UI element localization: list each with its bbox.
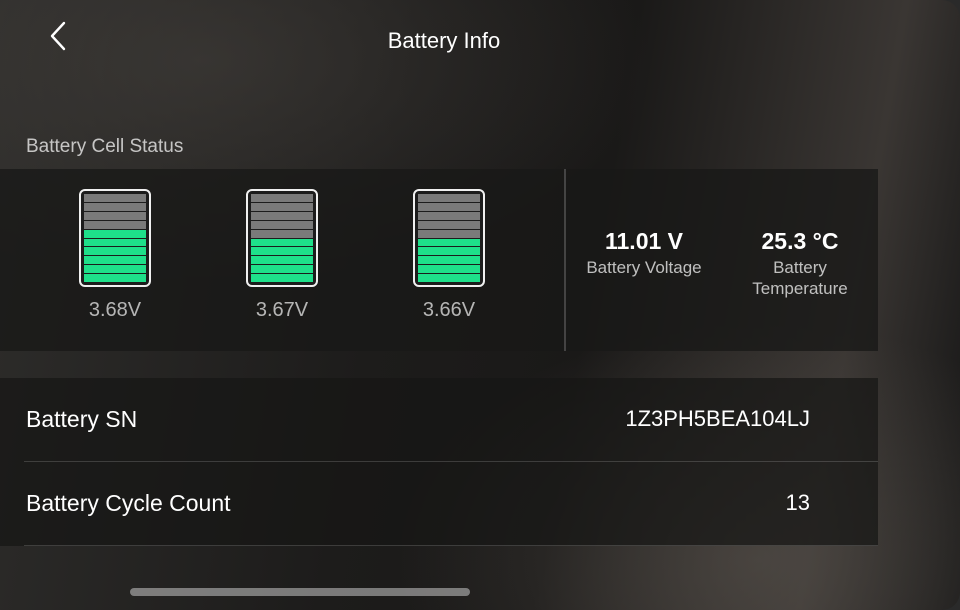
cell-level-bar-filled xyxy=(418,256,480,265)
cell-level-bar-filled xyxy=(84,229,146,238)
cell-voltage: 3.67V xyxy=(255,299,309,321)
cell-level-bar-empty xyxy=(84,194,146,202)
battery-sn-row: Battery SN 1Z3PH5BEA104LJ xyxy=(0,378,878,462)
battery-cell-icon xyxy=(413,189,485,287)
battery-info-screen: Battery Info Battery Cell Status 3.68V 3… xyxy=(0,0,960,610)
cell-level-bar-empty xyxy=(418,202,480,211)
cell-level-bars xyxy=(84,194,146,283)
battery-temperature-label-line1: Battery xyxy=(773,258,827,277)
cell-level-bars xyxy=(418,194,480,283)
cell-level-bar-empty xyxy=(251,194,313,202)
cell-level-bar-filled xyxy=(418,265,480,274)
cell-level-bar-empty xyxy=(251,202,313,211)
row-divider xyxy=(24,545,878,546)
battery-cell-icon xyxy=(246,189,318,287)
cell-level-bar-filled xyxy=(251,274,313,283)
battery-temperature-label: Battery Temperature xyxy=(734,257,866,299)
battery-sn-label: Battery SN xyxy=(26,406,138,432)
cell-level-bar-empty xyxy=(84,211,146,220)
cell-level-bar-filled xyxy=(251,247,313,256)
battery-temperature-label-line2: Temperature xyxy=(752,279,848,298)
cell-level-bar-filled xyxy=(84,238,146,247)
battery-cycle-count-label: Battery Cycle Count xyxy=(26,490,231,516)
battery-cell-2: 3.67V xyxy=(243,189,321,322)
battery-cell-1: 3.68V xyxy=(76,189,154,322)
cell-level-bar-filled xyxy=(418,247,480,256)
battery-temperature-value: 25.3 °C xyxy=(761,228,839,254)
cell-level-bar-empty xyxy=(84,202,146,211)
battery-sn-value: 1Z3PH5BEA104LJ xyxy=(625,406,810,431)
cell-level-bar-filled xyxy=(84,265,146,274)
cell-level-bar-filled xyxy=(251,265,313,274)
cell-level-bar-empty xyxy=(84,220,146,229)
cell-level-bars xyxy=(251,194,313,283)
cell-level-bar-empty xyxy=(418,229,480,238)
cell-voltage: 3.66V xyxy=(422,299,476,321)
cell-level-bar-filled xyxy=(84,274,146,283)
home-indicator[interactable] xyxy=(130,588,470,596)
battery-cycle-count-row: Battery Cycle Count 13 xyxy=(0,462,878,546)
cell-voltage: 3.68V xyxy=(88,299,142,321)
battery-temperature-stat: 25.3 °C Battery Temperature xyxy=(734,227,866,299)
cell-level-bar-filled xyxy=(84,256,146,265)
battery-cell-icon xyxy=(79,189,151,287)
cell-level-bar-empty xyxy=(418,194,480,202)
page-title: Battery Info xyxy=(387,28,501,53)
battery-summary-panel: 11.01 V Battery Voltage 25.3 °C Battery … xyxy=(566,169,878,351)
cell-level-bar-filled xyxy=(251,256,313,265)
cell-level-bar-filled xyxy=(418,238,480,247)
battery-voltage-stat: 11.01 V Battery Voltage xyxy=(580,227,708,278)
cell-level-bar-empty xyxy=(418,211,480,220)
battery-voltage-value: 11.01 V xyxy=(604,228,684,254)
cell-status-heading: Battery Cell Status xyxy=(26,136,184,157)
cell-level-bar-empty xyxy=(418,220,480,229)
cell-level-bar-filled xyxy=(418,274,480,283)
battery-cell-3: 3.66V xyxy=(410,189,488,322)
details-list: Battery SN 1Z3PH5BEA104LJ Battery Cycle … xyxy=(0,378,878,546)
battery-voltage-label: Battery Voltage xyxy=(586,258,702,277)
cell-level-bar-empty xyxy=(251,220,313,229)
battery-cycle-count-value: 13 xyxy=(785,490,810,515)
cell-level-bar-empty xyxy=(251,229,313,238)
cell-level-bar-filled xyxy=(84,247,146,256)
cell-level-bar-empty xyxy=(251,211,313,220)
cell-level-bar-filled xyxy=(251,238,313,247)
cell-status-panel: 3.68V 3.67V 3.66V xyxy=(0,169,564,351)
